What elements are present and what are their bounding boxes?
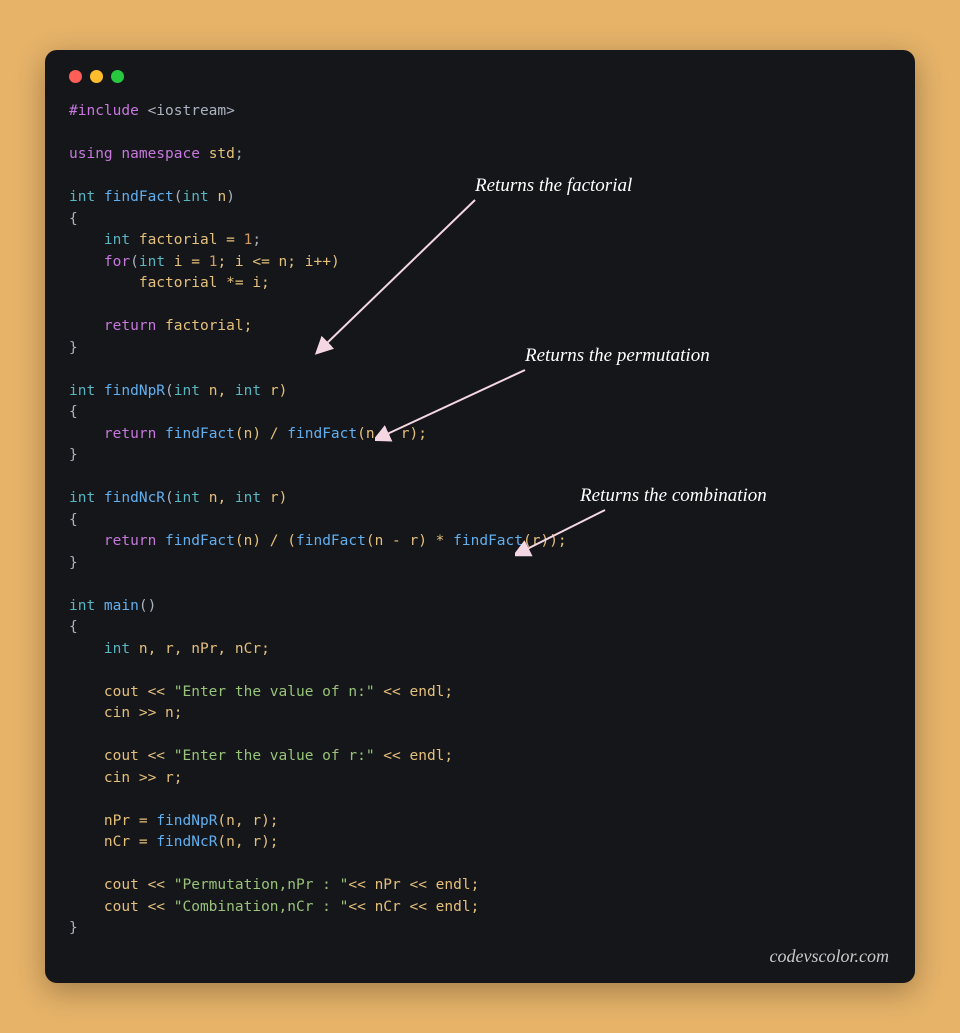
token-return: return xyxy=(104,533,156,549)
token-type: int xyxy=(69,598,95,614)
watermark: codevscolor.com xyxy=(770,946,889,967)
token: { xyxy=(69,404,78,420)
token: (n, r); xyxy=(217,813,278,829)
token: cout << xyxy=(69,899,174,915)
close-icon[interactable] xyxy=(69,70,82,83)
token-type: int xyxy=(235,383,261,399)
token: factorial; xyxy=(156,318,252,334)
token: cout << xyxy=(69,748,174,764)
token-func: findFact xyxy=(296,533,366,549)
token-type: int xyxy=(69,189,95,205)
token: } xyxy=(69,447,78,463)
token-return: return xyxy=(104,318,156,334)
minimize-icon[interactable] xyxy=(90,70,103,83)
token: ( xyxy=(130,254,139,270)
token: cout << xyxy=(69,877,174,893)
token xyxy=(69,426,104,442)
token-func: findNpR xyxy=(156,813,217,829)
token-string: "Enter the value of n:" xyxy=(174,684,375,700)
token: ( xyxy=(165,490,174,506)
token: cin >> n; xyxy=(69,705,183,721)
token: n, r, nPr, nCr; xyxy=(130,641,270,657)
token-string: "Combination,nCr : " xyxy=(174,899,349,915)
token: { xyxy=(69,512,78,528)
token xyxy=(69,533,104,549)
token: (r)); xyxy=(523,533,567,549)
token-type: int xyxy=(183,189,209,205)
token: << endl; xyxy=(375,684,454,700)
token xyxy=(69,232,104,248)
token-type: int xyxy=(104,641,130,657)
token-func: findNcR xyxy=(156,834,217,850)
token-type: int xyxy=(69,383,95,399)
token: } xyxy=(69,920,78,936)
token: n, xyxy=(200,490,235,506)
token: ( xyxy=(174,189,183,205)
token-type: int xyxy=(235,490,261,506)
token-func: findFact xyxy=(156,533,235,549)
token: n xyxy=(209,189,226,205)
token xyxy=(69,318,104,334)
token-include: #include xyxy=(69,103,139,119)
token: (n, r); xyxy=(217,834,278,850)
token-for: for xyxy=(104,254,130,270)
token: { xyxy=(69,211,78,227)
token-type: int xyxy=(139,254,165,270)
token-main: main xyxy=(95,598,139,614)
token: ; i <= n; i++) xyxy=(217,254,339,270)
token-string: "Permutation,nPr : " xyxy=(174,877,349,893)
token: cout << xyxy=(69,684,174,700)
token: << nCr << endl; xyxy=(348,899,479,915)
token: (n - r) * xyxy=(366,533,453,549)
code-block: #include <iostream> using namespace std;… xyxy=(69,101,891,940)
token: ; xyxy=(235,146,244,162)
token-func: findFact xyxy=(453,533,523,549)
token: factorial = xyxy=(130,232,244,248)
token: n, xyxy=(200,383,235,399)
token: << nPr << endl; xyxy=(348,877,479,893)
token: } xyxy=(69,340,78,356)
token: ) xyxy=(226,189,235,205)
token-func: findFact xyxy=(156,426,235,442)
token-std: std xyxy=(200,146,235,162)
maximize-icon[interactable] xyxy=(111,70,124,83)
token-type: int xyxy=(104,232,130,248)
token-type: int xyxy=(174,490,200,506)
token: i = xyxy=(165,254,209,270)
token: ( xyxy=(165,383,174,399)
token: (n) / xyxy=(235,426,287,442)
token: (n) / ( xyxy=(235,533,296,549)
token xyxy=(69,641,104,657)
token: nCr = xyxy=(69,834,156,850)
token-return: return xyxy=(104,426,156,442)
token-string: "Enter the value of r:" xyxy=(174,748,375,764)
token-type: int xyxy=(69,490,95,506)
token-func: findFact xyxy=(95,189,174,205)
token: { xyxy=(69,619,78,635)
token-namespace: namespace xyxy=(113,146,200,162)
token: nPr = xyxy=(69,813,156,829)
token-type: int xyxy=(174,383,200,399)
window-controls xyxy=(69,70,891,83)
code-window: #include <iostream> using namespace std;… xyxy=(45,50,915,983)
token: r) xyxy=(261,383,287,399)
token-func: findFact xyxy=(287,426,357,442)
token-using: using xyxy=(69,146,113,162)
token: cin >> r; xyxy=(69,770,183,786)
token-func: findNpR xyxy=(95,383,165,399)
token: (n - r); xyxy=(357,426,427,442)
token-func: findNcR xyxy=(95,490,165,506)
token: <iostream> xyxy=(139,103,235,119)
token: << endl; xyxy=(375,748,454,764)
token: factorial *= i; xyxy=(69,275,270,291)
token xyxy=(69,254,104,270)
token: r) xyxy=(261,490,287,506)
token: () xyxy=(139,598,156,614)
token: } xyxy=(69,555,78,571)
token: ; xyxy=(252,232,261,248)
